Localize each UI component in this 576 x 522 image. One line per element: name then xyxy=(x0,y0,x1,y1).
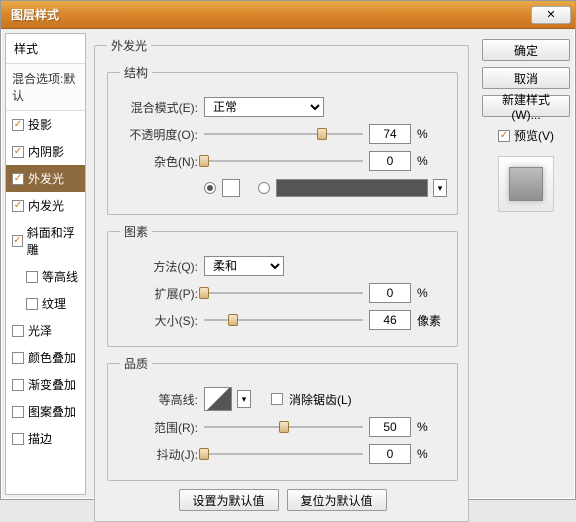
titlebar: 图层样式 ✕ xyxy=(1,1,575,29)
style-checkbox[interactable] xyxy=(12,235,23,247)
opacity-unit: % xyxy=(417,127,447,141)
style-item-0[interactable]: 投影 xyxy=(6,111,85,138)
style-checkbox[interactable] xyxy=(12,325,24,337)
noise-label: 杂色(N): xyxy=(120,153,198,170)
style-checkbox[interactable] xyxy=(12,146,24,158)
glow-gradient-swatch[interactable] xyxy=(276,179,428,197)
style-item-3[interactable]: 内发光 xyxy=(6,192,85,219)
style-item-1[interactable]: 内阴影 xyxy=(6,138,85,165)
range-input[interactable] xyxy=(369,417,411,437)
cancel-button[interactable]: 取消 xyxy=(482,67,570,89)
jitter-label: 抖动(J): xyxy=(120,446,198,463)
style-label: 斜面和浮雕 xyxy=(27,224,79,258)
quality-group: 品质 等高线: ▾ 消除锯齿(L) 范围(R): % xyxy=(107,355,458,481)
opacity-slider[interactable] xyxy=(204,126,363,142)
set-default-button[interactable]: 设置为默认值 xyxy=(179,489,279,511)
style-label: 颜色叠加 xyxy=(28,349,76,366)
new-style-button[interactable]: 新建样式(W)... xyxy=(482,95,570,117)
style-checkbox[interactable] xyxy=(26,298,38,310)
style-checkbox[interactable] xyxy=(12,352,24,364)
preview-checkbox[interactable] xyxy=(498,130,510,142)
style-label: 外发光 xyxy=(28,170,64,187)
style-label: 内阴影 xyxy=(28,143,64,160)
style-label: 描边 xyxy=(28,430,52,447)
styles-panel: 样式 混合选项:默认 投影内阴影外发光内发光斜面和浮雕等高线纹理光泽颜色叠加渐变… xyxy=(5,33,86,495)
style-item-2[interactable]: 外发光 xyxy=(6,165,85,192)
style-item-6[interactable]: 纹理 xyxy=(6,290,85,317)
style-checkbox[interactable] xyxy=(26,271,38,283)
blending-options-row[interactable]: 混合选项:默认 xyxy=(6,64,85,111)
blend-mode-label: 混合模式(E): xyxy=(120,99,198,116)
style-item-10[interactable]: 图案叠加 xyxy=(6,398,85,425)
range-label: 范围(R): xyxy=(120,419,198,436)
style-label: 图案叠加 xyxy=(28,403,76,420)
size-label: 大小(S): xyxy=(120,312,198,329)
right-sidebar: 确定 取消 新建样式(W)... 预览(V) xyxy=(481,33,571,495)
noise-input[interactable] xyxy=(369,151,411,171)
style-item-9[interactable]: 渐变叠加 xyxy=(6,371,85,398)
style-label: 等高线 xyxy=(42,268,78,285)
noise-unit: % xyxy=(417,154,447,168)
elements-legend: 图素 xyxy=(120,223,152,240)
quality-legend: 品质 xyxy=(120,355,152,372)
structure-group: 结构 混合模式(E): 正常 不透明度(O): % 杂色(N): xyxy=(107,64,458,215)
style-item-4[interactable]: 斜面和浮雕 xyxy=(6,219,85,263)
glow-color-swatch[interactable] xyxy=(222,179,240,197)
spread-label: 扩展(P): xyxy=(120,285,198,302)
preview-thumbnail xyxy=(498,156,554,212)
spread-slider[interactable] xyxy=(204,285,363,301)
style-item-11[interactable]: 描边 xyxy=(6,425,85,452)
preview-label: 预览(V) xyxy=(514,127,554,144)
contour-swatch[interactable] xyxy=(204,387,232,411)
technique-label: 方法(Q): xyxy=(120,258,198,275)
range-unit: % xyxy=(417,420,447,434)
style-checkbox[interactable] xyxy=(12,119,24,131)
elements-group: 图素 方法(Q): 柔和 扩展(P): % 大小(S): xyxy=(107,223,458,347)
reset-default-button[interactable]: 复位为默认值 xyxy=(287,489,387,511)
style-label: 纹理 xyxy=(42,295,66,312)
window-title: 图层样式 xyxy=(11,6,59,23)
styles-header: 样式 xyxy=(6,34,85,64)
outer-glow-group: 外发光 结构 混合模式(E): 正常 不透明度(O): % xyxy=(94,37,469,522)
opacity-label: 不透明度(O): xyxy=(120,126,198,143)
color-radio[interactable] xyxy=(204,182,216,194)
style-label: 渐变叠加 xyxy=(28,376,76,393)
jitter-input[interactable] xyxy=(369,444,411,464)
spread-unit: % xyxy=(417,286,447,300)
opacity-input[interactable] xyxy=(369,124,411,144)
style-item-5[interactable]: 等高线 xyxy=(6,263,85,290)
antialias-label: 消除锯齿(L) xyxy=(289,391,352,408)
jitter-unit: % xyxy=(417,447,447,461)
style-label: 投影 xyxy=(28,116,52,133)
size-unit: 像素 xyxy=(417,312,447,329)
close-button[interactable]: ✕ xyxy=(531,6,571,24)
noise-slider[interactable] xyxy=(204,153,363,169)
style-item-7[interactable]: 光泽 xyxy=(6,317,85,344)
spread-input[interactable] xyxy=(369,283,411,303)
structure-legend: 结构 xyxy=(120,64,152,81)
contour-label: 等高线: xyxy=(120,391,198,408)
contour-dropdown-icon[interactable]: ▾ xyxy=(237,390,251,408)
range-slider[interactable] xyxy=(204,419,363,435)
antialias-checkbox[interactable] xyxy=(271,393,283,405)
blend-mode-select[interactable]: 正常 xyxy=(204,97,324,117)
style-checkbox[interactable] xyxy=(12,173,24,185)
gradient-radio[interactable] xyxy=(258,182,270,194)
size-input[interactable] xyxy=(369,310,411,330)
gradient-dropdown-icon[interactable]: ▾ xyxy=(433,179,447,197)
style-checkbox[interactable] xyxy=(12,200,24,212)
technique-select[interactable]: 柔和 xyxy=(204,256,284,276)
outer-glow-legend: 外发光 xyxy=(107,37,151,54)
style-label: 光泽 xyxy=(28,322,52,339)
ok-button[interactable]: 确定 xyxy=(482,39,570,61)
jitter-slider[interactable] xyxy=(204,446,363,462)
style-checkbox[interactable] xyxy=(12,406,24,418)
style-checkbox[interactable] xyxy=(12,433,24,445)
size-slider[interactable] xyxy=(204,312,363,328)
style-item-8[interactable]: 颜色叠加 xyxy=(6,344,85,371)
style-label: 内发光 xyxy=(28,197,64,214)
style-checkbox[interactable] xyxy=(12,379,24,391)
